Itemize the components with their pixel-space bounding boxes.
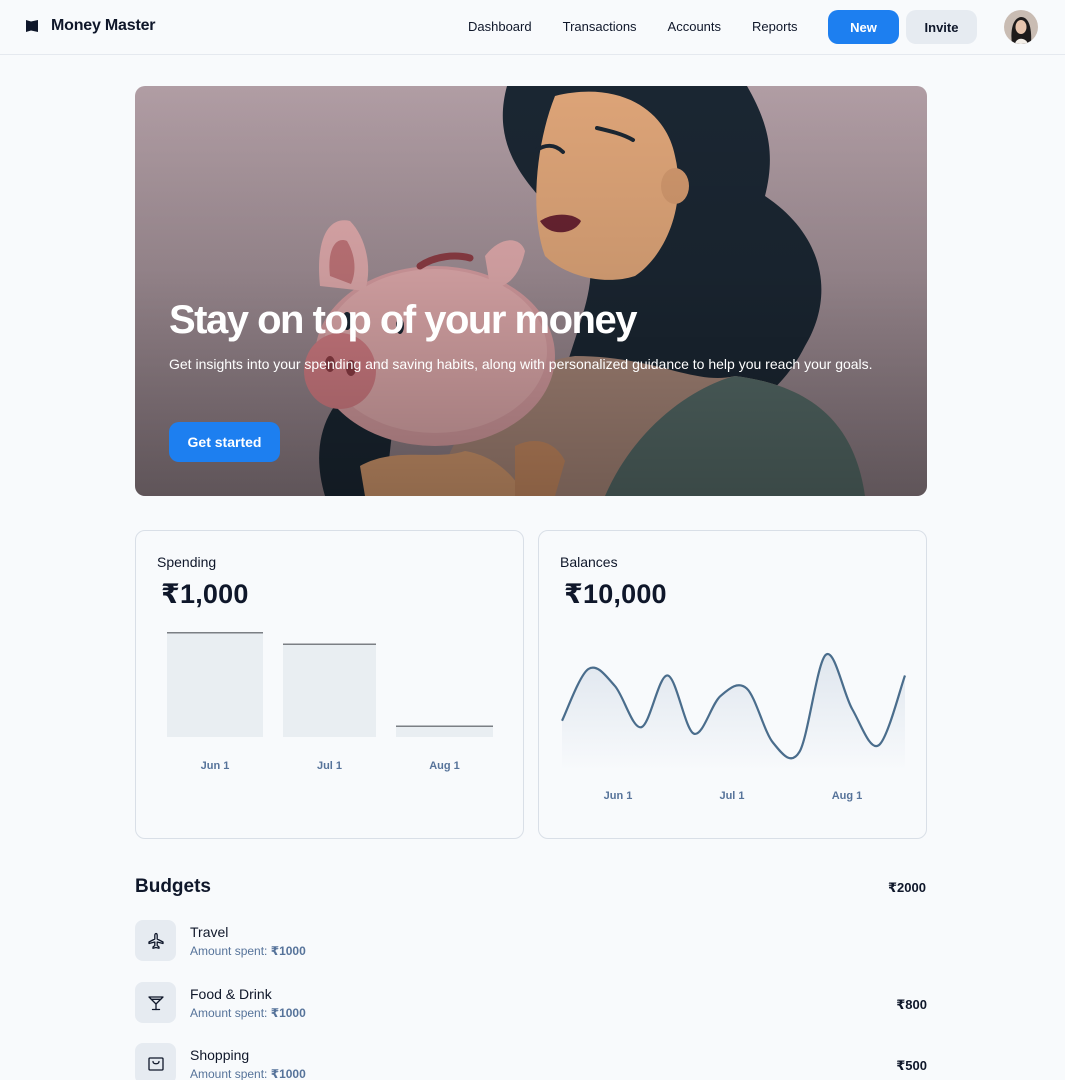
get-started-button[interactable]: Get started: [169, 422, 280, 462]
spending-bar-chart: Jun 1 Jul 1 Aug 1: [167, 632, 493, 772]
budget-value: ₹500: [896, 1058, 927, 1073]
budget-item-food-drink[interactable]: Food & Drink Amount spent: ₹1000 ₹800: [135, 982, 927, 1026]
nav-transactions[interactable]: Transactions: [563, 18, 637, 36]
cocktail-glass-icon: [135, 982, 176, 1023]
nav-dashboard[interactable]: Dashboard: [468, 18, 532, 36]
budget-spent: Amount spent: ₹1000: [190, 1006, 306, 1020]
hero-subtitle: Get insights into your spending and savi…: [169, 356, 873, 372]
bar-Aug 1: [396, 725, 493, 737]
x-tick-label: Jul 1: [719, 790, 744, 802]
hero-title: Stay on top of your money: [169, 298, 637, 342]
invite-button[interactable]: Invite: [906, 10, 977, 44]
avatar[interactable]: [1004, 10, 1038, 44]
top-navbar: Money Master Dashboard Transactions Acco…: [0, 0, 1065, 55]
x-tick-label: Jul 1: [317, 760, 342, 772]
airplane-icon: [135, 920, 176, 961]
budget-name: Shopping: [190, 1047, 250, 1063]
new-button[interactable]: New: [828, 10, 899, 44]
budget-spent: Amount spent: ₹1000: [190, 1067, 306, 1080]
x-tick-label: Jun 1: [604, 790, 633, 802]
budget-value: ₹800: [896, 997, 927, 1012]
app-name: Money Master: [51, 17, 156, 34]
x-tick-label: Aug 1: [429, 760, 460, 772]
x-tick-label: Aug 1: [832, 790, 863, 802]
main-nav: Dashboard Transactions Accounts Reports: [468, 18, 829, 36]
budgets-total: ₹2000: [888, 880, 926, 895]
budget-name: Travel: [190, 924, 229, 940]
balances-line-chart: Jun 1 Jul 1 Aug 1: [561, 653, 907, 802]
budget-item-shopping[interactable]: Shopping Amount spent: ₹1000 ₹500: [135, 1043, 927, 1080]
bar-Jun 1: [167, 632, 263, 737]
budget-item-travel[interactable]: Travel Amount spent: ₹1000: [135, 920, 927, 964]
budget-name: Food & Drink: [190, 986, 272, 1002]
budget-spent: Amount spent: ₹1000: [190, 944, 306, 958]
budgets-title: Budgets: [135, 876, 211, 897]
brand[interactable]: Money Master: [25, 17, 155, 35]
balances-card: Balances ₹10,000 Jun 1 Jul 1 Aug 1: [538, 530, 927, 839]
logo-icon: [26, 20, 38, 32]
nav-accounts[interactable]: Accounts: [668, 18, 721, 36]
spending-card: Spending ₹1,000 Jun 1 Jul 1 Aug 1: [135, 530, 524, 839]
x-tick-label: Jun 1: [201, 760, 230, 772]
hero-banner: Stay on top of your money Get insights i…: [135, 86, 927, 496]
nav-reports[interactable]: Reports: [752, 18, 798, 36]
bar-Jul 1: [283, 643, 376, 737]
shopping-bag-icon: [135, 1043, 176, 1080]
